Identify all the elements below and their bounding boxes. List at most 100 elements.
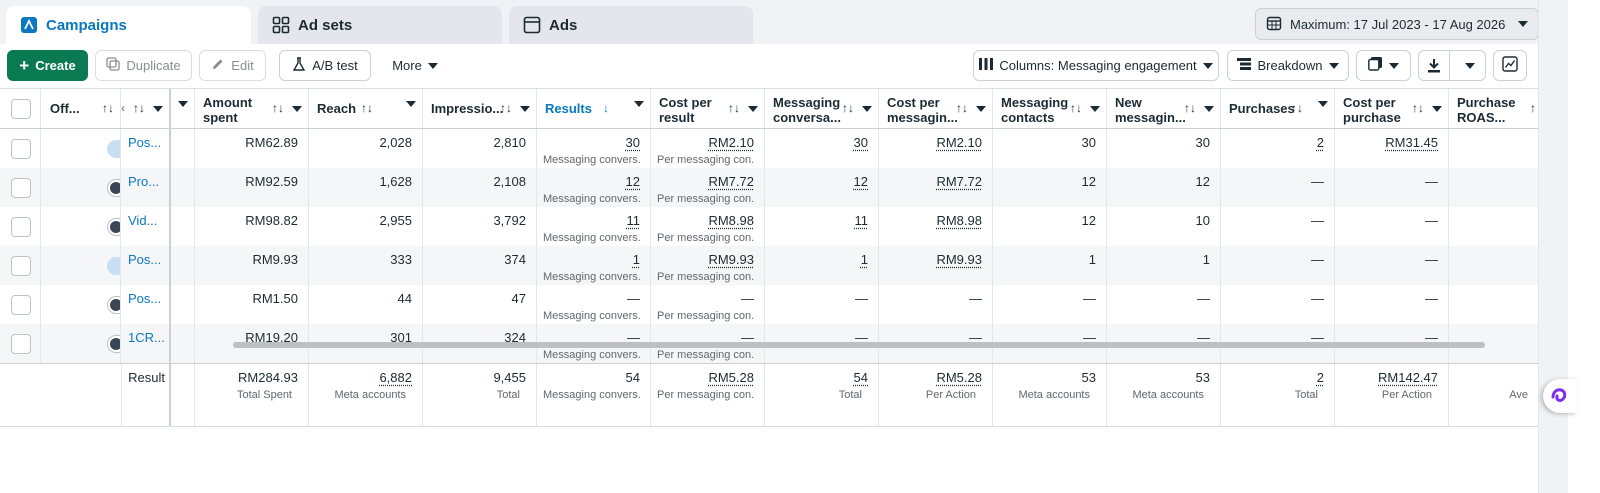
table-row[interactable]: Pos... RM1.50 44 47 — Messaging convers... — Pe…	[0, 285, 1538, 324]
table-row[interactable]: Pos... RM9.93 333 374 1 Messaging convers... R…	[0, 246, 1538, 285]
delivery-toggle[interactable]	[107, 257, 120, 275]
delivery-toggle[interactable]	[107, 140, 120, 158]
header-purchase-roas[interactable]: Purchase ROAS... ↑	[1449, 89, 1538, 128]
toggle-knob	[110, 338, 120, 350]
cell-amount: RM62.89	[195, 129, 309, 168]
delivery-toggle[interactable]	[107, 218, 120, 236]
chevron-down-icon[interactable]	[1456, 62, 1485, 69]
cell-amount: RM1.50	[195, 285, 309, 324]
header-cost-per-messaging[interactable]: Cost per messagin... ↑↓	[879, 89, 993, 128]
row-status-cell	[41, 207, 121, 246]
cell-reach: 44	[309, 285, 423, 324]
sort-icon: ↑↓	[1291, 101, 1303, 115]
cell-cost-msg: RM9.93	[879, 246, 993, 285]
row-name-cell: Pos...	[121, 285, 171, 324]
tab-label: Ad sets	[298, 16, 353, 34]
tab-campaigns[interactable]: Campaigns	[6, 6, 251, 44]
header-reach[interactable]: Reach ↑↓	[309, 89, 423, 128]
cell-value: 333	[390, 252, 412, 267]
sort-icon: ↑↓	[1412, 101, 1442, 116]
header-cost-per-purchase[interactable]: Cost per purchase ↑↓	[1335, 89, 1449, 128]
totals-cpr: RM5.28 Per messaging con...	[651, 364, 765, 426]
header-cost-per-result[interactable]: Cost per result ↑↓	[651, 89, 765, 128]
delivery-toggle[interactable]	[107, 335, 120, 353]
table-row[interactable]: Vid... RM98.82 2,955 3,792 11 Messaging conve…	[0, 207, 1538, 246]
cell-value: 11	[626, 213, 641, 228]
campaign-name-link[interactable]: Pos...	[128, 291, 161, 306]
tab-ad-sets[interactable]: Ad sets	[258, 6, 502, 44]
assistant-icon[interactable]	[1543, 379, 1577, 413]
sort-icon[interactable]: ↑↓	[102, 101, 114, 116]
cell-subtext: Messaging convers...	[543, 232, 640, 244]
row-checkbox[interactable]	[11, 217, 31, 237]
columns-button[interactable]: Columns: Messaging engagement	[973, 50, 1219, 81]
table-row[interactable]: Pro... RM92.59 1,628 2,108 12 Messaging conve…	[0, 168, 1538, 207]
cell-value: —	[969, 291, 982, 306]
header-impressions[interactable]: Impressio... ↑↓	[423, 89, 537, 128]
columns-icon	[979, 58, 994, 73]
cell-value: RM7.72	[708, 174, 754, 189]
delivery-toggle[interactable]	[107, 296, 120, 314]
cell-value: RM9.93	[252, 252, 298, 267]
table-row[interactable]: Pos... RM62.89 2,028 2,810 30 Messaging conve…	[0, 129, 1538, 168]
download-icon[interactable]	[1419, 51, 1450, 80]
campaign-name-link[interactable]: Pos...	[128, 252, 161, 267]
date-range-label: Maximum: 17 Jul 2023 - 17 Aug 2026	[1290, 16, 1506, 32]
row-checkbox[interactable]	[11, 295, 31, 315]
totals-results: 54 Messaging convers...	[537, 364, 651, 426]
cell-value: 12	[1081, 213, 1096, 228]
cell-purchases: —	[1221, 246, 1335, 285]
header-messaging-conversations[interactable]: Messaging conversa... ↑↓	[765, 89, 879, 128]
horizontal-scrollbar[interactable]	[233, 342, 1485, 348]
cell-value: RM2.10	[708, 135, 754, 150]
select-all-checkbox[interactable]	[11, 99, 31, 119]
header-new-messaging[interactable]: New messagin... ↑↓	[1107, 89, 1221, 128]
toolbar: + Create Duplicate Edit A/B test More Co…	[0, 44, 1568, 88]
header-label: Off...	[50, 101, 80, 116]
header-messaging-contacts[interactable]: Messaging contacts ↑↓	[993, 89, 1107, 128]
totals-purchases: 2 Total	[1221, 364, 1335, 426]
export-button[interactable]	[1418, 50, 1486, 81]
header-status[interactable]: Off... ↑↓	[41, 89, 121, 128]
row-checkbox[interactable]	[11, 256, 31, 276]
cell-cost-msg: —	[879, 285, 993, 324]
row-checkbox[interactable]	[11, 178, 31, 198]
cell-msg-conv: —	[765, 285, 879, 324]
cell-value: —	[1311, 291, 1324, 306]
header-name[interactable]: ‹ ↑↓	[121, 89, 171, 128]
totals-value: 9,455	[493, 370, 526, 385]
cell-msg-conv: 12	[765, 168, 879, 207]
cell-value: 12	[625, 174, 640, 189]
cell-value: —	[627, 291, 640, 306]
more-button[interactable]: More	[380, 50, 450, 81]
cell-roas	[1449, 207, 1538, 246]
campaign-name-link[interactable]: Pos...	[128, 135, 161, 150]
duplicate-button[interactable]: Duplicate	[95, 50, 192, 81]
ab-test-button[interactable]: A/B test	[279, 50, 371, 81]
header-results[interactable]: Results ↓	[537, 89, 651, 128]
chart-button[interactable]	[1493, 50, 1527, 81]
breakdown-button[interactable]: Breakdown	[1227, 50, 1349, 81]
cell-value: —	[741, 291, 754, 306]
header-label: Amount spent	[203, 95, 253, 125]
campaign-name-link[interactable]: Pro...	[128, 174, 159, 189]
cell-impressions: 47	[423, 285, 537, 324]
campaign-name-link[interactable]: 1CR...	[128, 330, 165, 345]
tab-ads[interactable]: Ads	[509, 6, 753, 44]
header-purchases[interactable]: Purchases ↑↓	[1221, 89, 1335, 128]
cell-subtext: Messaging convers...	[543, 193, 640, 205]
reports-button[interactable]	[1356, 50, 1411, 81]
date-range-picker[interactable]: Maximum: 17 Jul 2023 - 17 Aug 2026	[1255, 8, 1539, 40]
row-checkbox[interactable]	[11, 139, 31, 159]
delivery-toggle[interactable]	[107, 179, 120, 197]
header-column-menu[interactable]	[171, 89, 195, 128]
create-button[interactable]: + Create	[7, 50, 88, 81]
cell-results: 11 Messaging convers...	[537, 207, 651, 246]
cell-cost-msg: RM2.10	[879, 129, 993, 168]
cell-value: 12	[1081, 174, 1096, 189]
edit-button[interactable]: Edit	[199, 50, 266, 81]
header-amount-spent[interactable]: Amount spent ↑↓	[195, 89, 309, 128]
row-checkbox[interactable]	[11, 334, 31, 354]
campaign-name-link[interactable]: Vid...	[128, 213, 157, 228]
duplicate-label: Duplicate	[126, 58, 181, 73]
